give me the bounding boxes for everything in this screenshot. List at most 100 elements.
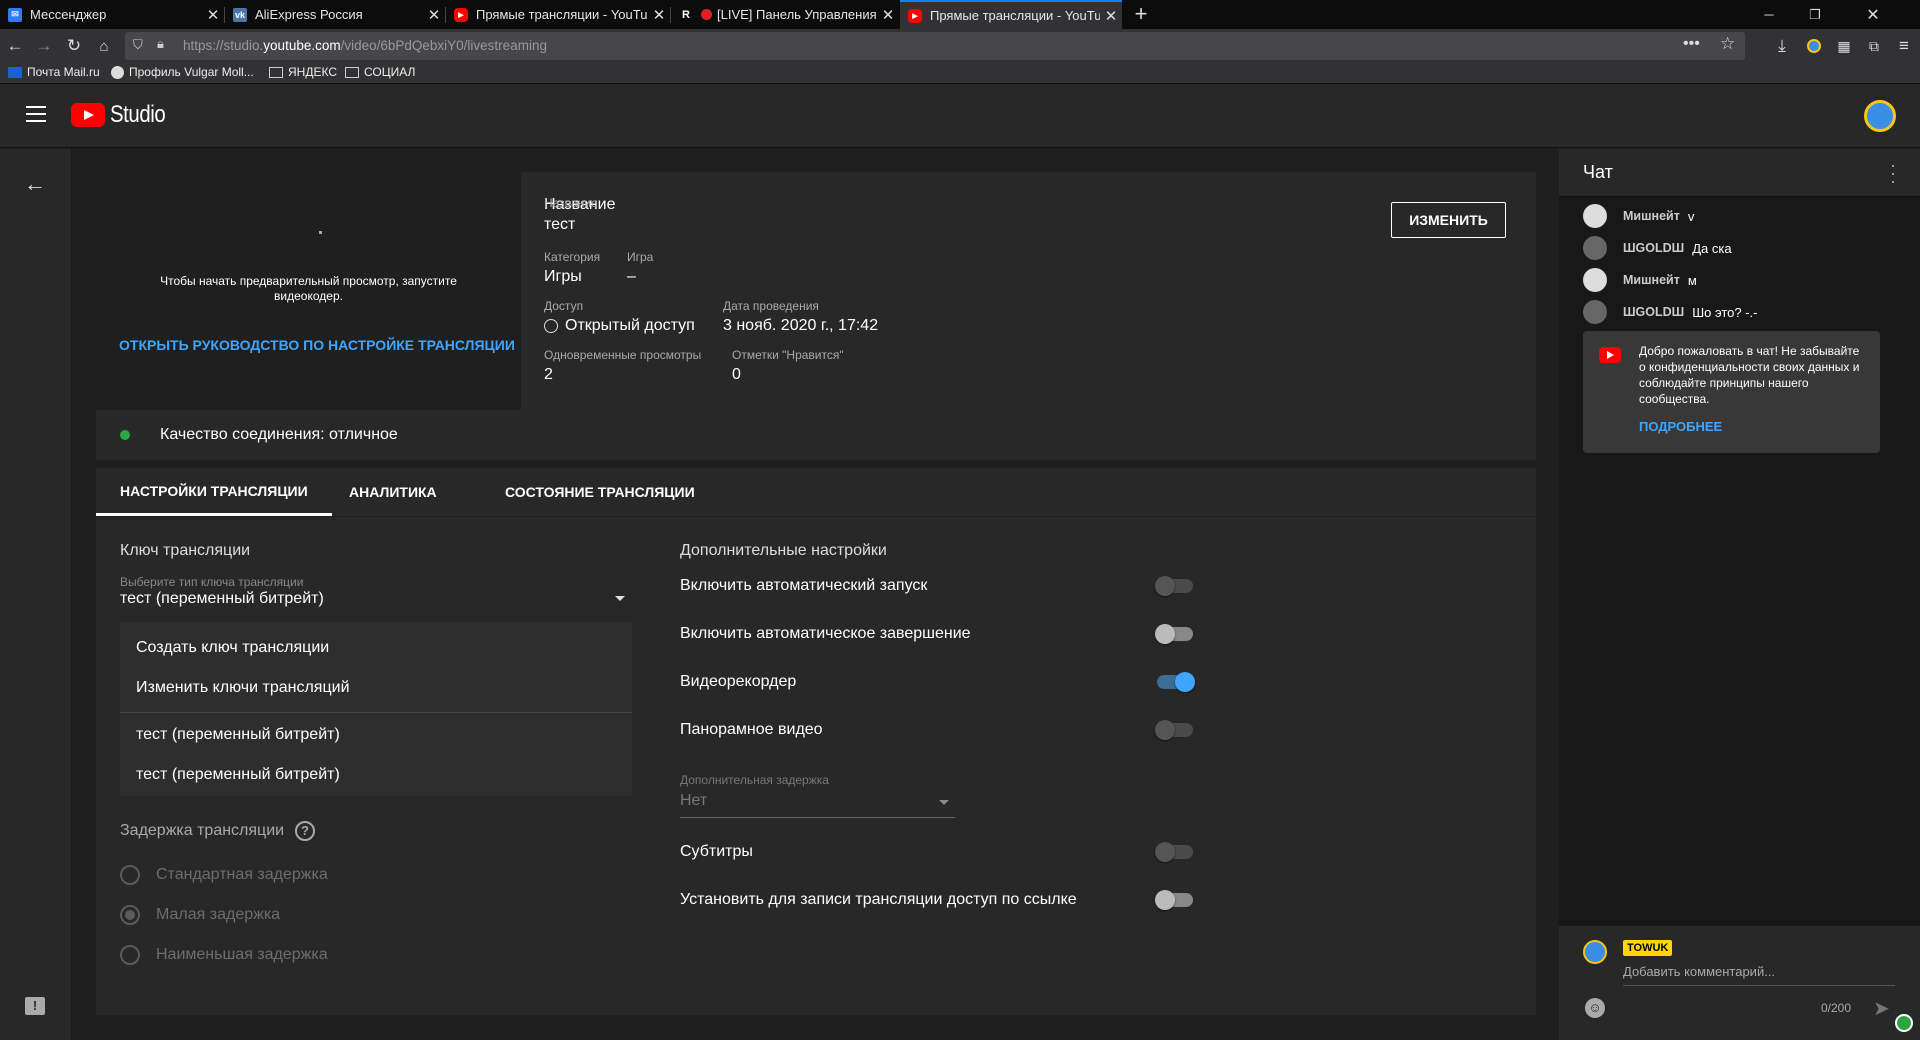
lock-icon[interactable]: 🔒︎ bbox=[157, 36, 164, 52]
browser-tab[interactable]: ✉ Мессенджер ✕ bbox=[0, 0, 224, 29]
category-value: Игры bbox=[544, 268, 582, 285]
unlisted-recording-toggle[interactable] bbox=[1155, 890, 1193, 910]
left-sidebar: ← ! bbox=[0, 149, 72, 1040]
user-badge: TOWUK bbox=[1623, 940, 1673, 956]
avatar[interactable] bbox=[1583, 204, 1607, 228]
menu-key-option[interactable]: тест (переменный битрейт) bbox=[120, 755, 632, 795]
latency-label: Наименьшая задержка bbox=[156, 946, 328, 963]
subtitles-toggle[interactable] bbox=[1155, 842, 1193, 862]
new-tab-icon[interactable]: + bbox=[1130, 0, 1152, 29]
emoji-icon[interactable]: ☺ bbox=[1585, 998, 1605, 1018]
folder-icon bbox=[345, 66, 359, 78]
latency-radio-ultra-low[interactable] bbox=[120, 945, 140, 965]
reload-icon[interactable]: ↻ bbox=[62, 34, 86, 58]
auto-stop-toggle[interactable] bbox=[1155, 624, 1193, 644]
hamburger-menu-icon[interactable] bbox=[26, 106, 46, 122]
menu-icon[interactable]: ≡ bbox=[1892, 34, 1916, 58]
help-icon[interactable]: ? bbox=[295, 821, 315, 841]
restore-icon[interactable]: ❐ bbox=[1792, 0, 1838, 29]
author-name[interactable]: Мишнейт bbox=[1623, 273, 1680, 287]
browser-nav-bar: ← → ↻ ⌂ ⛉ 🔒︎ https://studio.youtube.com/… bbox=[0, 29, 1920, 63]
bookmark-profile[interactable]: Профиль Vulgar Moll... bbox=[111, 65, 254, 79]
message-text: Да ска bbox=[1692, 240, 1732, 256]
url-bar[interactable]: ⛉ 🔒︎ https://studio.youtube.com/video/6b… bbox=[125, 32, 1745, 60]
avatar[interactable] bbox=[1583, 300, 1607, 324]
avatar[interactable] bbox=[1583, 268, 1607, 292]
edit-button[interactable]: ИЗМЕНИТЬ bbox=[1391, 202, 1506, 238]
tab-analytics[interactable]: АНАЛИТИКА bbox=[325, 468, 461, 516]
browser-tab-active[interactable]: ▶ Прямые трансляции - YouTube ✕ bbox=[900, 0, 1122, 29]
tab-title: Прямые трансляции - YouTube bbox=[476, 7, 648, 22]
back-arrow-icon[interactable]: ← bbox=[24, 171, 46, 197]
menu-create-key[interactable]: Создать ключ трансляции bbox=[120, 628, 632, 668]
home-icon[interactable]: ⌂ bbox=[92, 34, 116, 58]
bookmark-mail[interactable]: Почта Mail.ru bbox=[8, 65, 100, 79]
quality-text: Качество соединения: отличное bbox=[160, 426, 398, 443]
learn-more-link[interactable]: ПОДРОБНЕЕ bbox=[1639, 419, 1722, 434]
latency-radio-standard[interactable] bbox=[120, 865, 140, 885]
menu-key-option[interactable]: тест (переменный битрейт) bbox=[120, 715, 632, 755]
avatar[interactable] bbox=[1583, 236, 1607, 260]
feedback-icon[interactable]: ! bbox=[25, 997, 45, 1015]
browser-tab[interactable]: vk AliExpress Россия ✕ bbox=[225, 0, 445, 29]
bookmark-folder-yandex[interactable]: ЯНДЕКС bbox=[269, 65, 337, 79]
access-value: Открытый доступ bbox=[565, 317, 695, 334]
browser-tab[interactable]: ▶ Прямые трансляции - YouTube ✕ bbox=[446, 0, 670, 29]
extension-globe-icon[interactable] bbox=[1802, 34, 1826, 58]
author-name[interactable]: ШGOLDШ bbox=[1623, 305, 1684, 319]
menu-edit-keys[interactable]: Изменить ключи трансляций bbox=[120, 668, 632, 708]
author-name[interactable]: ШGOLDШ bbox=[1623, 241, 1684, 255]
close-icon[interactable]: ✕ bbox=[1100, 7, 1122, 25]
auto-start-toggle[interactable] bbox=[1155, 576, 1193, 596]
latency-radio-low[interactable] bbox=[120, 905, 140, 925]
close-icon[interactable]: ✕ bbox=[202, 6, 224, 24]
tab-title: Прямые трансляции - YouTube bbox=[930, 8, 1100, 23]
tab-stream-health[interactable]: СОСТОЯНИЕ ТРАНСЛЯЦИИ bbox=[481, 468, 719, 516]
delay-select[interactable]: Нет bbox=[680, 792, 955, 818]
minimize-icon[interactable]: ─ bbox=[1746, 0, 1792, 29]
download-icon[interactable]: ⤓ bbox=[1770, 34, 1794, 58]
dropdown-arrow-icon[interactable] bbox=[939, 800, 949, 805]
more-vert-icon[interactable]: · · · bbox=[1890, 156, 1896, 190]
stream-key-heading: Ключ трансляции bbox=[120, 542, 251, 559]
dvr-toggle[interactable] bbox=[1157, 672, 1195, 692]
browser-tab[interactable]: R [LIVE] Панель Управления ✕ bbox=[671, 0, 899, 29]
youtube-icon: ▶ bbox=[908, 8, 922, 23]
key-dropdown-menu: Создать ключ трансляции Изменить ключи т… bbox=[120, 622, 632, 796]
chat-title: Чат bbox=[1583, 162, 1613, 182]
avatar[interactable] bbox=[1864, 100, 1896, 132]
url-text[interactable]: https://studio.youtube.com/video/6bPdQeb… bbox=[183, 38, 547, 53]
close-icon[interactable]: ✕ bbox=[423, 6, 445, 24]
access-label: Доступ bbox=[544, 299, 584, 313]
tab-stream-settings[interactable]: НАСТРОЙКИ ТРАНСЛЯЦИИ bbox=[96, 468, 332, 516]
tab-title: Мессенджер bbox=[30, 7, 107, 22]
star-icon[interactable]: ☆ bbox=[1720, 34, 1735, 54]
grid-icon[interactable]: ▦ bbox=[1832, 34, 1856, 58]
author-name[interactable]: Мишнейт bbox=[1623, 209, 1680, 223]
bookmark-folder-social[interactable]: СОЦИАЛ bbox=[345, 65, 415, 79]
extension-icon[interactable]: ⧉ bbox=[1862, 34, 1886, 58]
game-label: Игра bbox=[627, 250, 654, 264]
youtube-logo-icon[interactable] bbox=[71, 103, 105, 127]
360-video-toggle[interactable] bbox=[1155, 720, 1193, 740]
preview-panel: Чтобы начать предварительный просмотр, з… bbox=[96, 172, 521, 410]
chat-input-area: TOWUK Добавить комментарий... ☺ 0/200 ➤ bbox=[1559, 926, 1920, 1040]
close-icon[interactable]: ✕ bbox=[648, 6, 670, 24]
back-arrow-icon[interactable]: ← bbox=[3, 34, 27, 58]
shield-icon[interactable]: ⛉ bbox=[133, 37, 143, 53]
key-type-select[interactable]: тест (переменный битрейт) bbox=[120, 590, 625, 616]
more-actions-icon[interactable]: ••• bbox=[1683, 35, 1700, 53]
send-icon[interactable]: ➤ bbox=[1873, 996, 1890, 1021]
setup-guide-link[interactable]: ОТКРЫТЬ РУКОВОДСТВО ПО НАСТРОЙКЕ ТРАНСЛЯ… bbox=[119, 337, 515, 353]
xbox-icon bbox=[111, 65, 124, 79]
forward-arrow-icon[interactable]: → bbox=[32, 34, 56, 58]
messenger-icon: ✉ bbox=[8, 7, 22, 22]
toggle-label: Включить автоматическое завершение bbox=[680, 625, 971, 642]
avatar bbox=[1583, 940, 1607, 964]
dropdown-arrow-icon[interactable] bbox=[615, 596, 625, 601]
close-icon[interactable]: ✕ bbox=[877, 6, 899, 24]
toggle-label: Установить для записи трансляции доступ … bbox=[680, 891, 1077, 908]
studio-logo-text[interactable]: Studio bbox=[110, 101, 166, 129]
window-close-icon[interactable]: ✕ bbox=[1850, 0, 1896, 29]
comment-input[interactable]: Добавить комментарий... bbox=[1623, 964, 1895, 986]
